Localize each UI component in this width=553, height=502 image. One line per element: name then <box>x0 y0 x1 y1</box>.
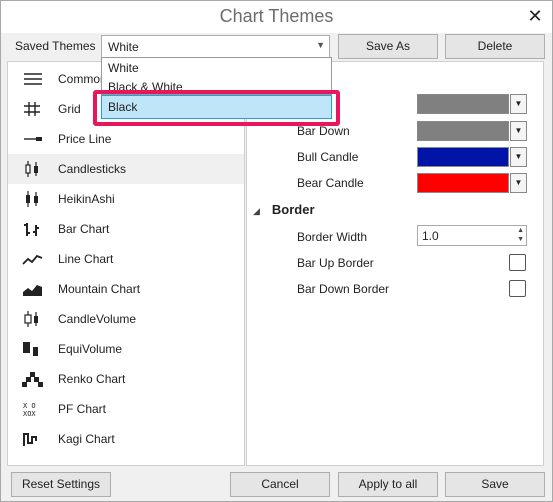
svg-text:XOX: XOX <box>23 410 36 417</box>
nav-item-candlesticks[interactable]: Candlesticks <box>8 154 244 184</box>
chart-themes-window: Chart Themes ✕ Saved Themes White ▼ Save… <box>0 0 553 502</box>
nav-item-kagi-chart[interactable]: Kagi Chart <box>8 424 244 454</box>
close-button[interactable]: ✕ <box>526 6 544 26</box>
renko-icon <box>22 372 43 387</box>
nav-item-line-chart[interactable]: Line Chart <box>8 244 244 274</box>
nav-label: Candlesticks <box>58 162 127 176</box>
border-section-header[interactable]: ◢ Border <box>253 202 315 217</box>
footer-bar: Reset Settings Cancel Apply to all Save <box>1 469 552 501</box>
grid-icon <box>24 102 40 116</box>
heikinashi-icon <box>26 191 38 207</box>
color-swatch-bear-candle[interactable] <box>417 173 509 193</box>
chevron-down-icon: ▼ <box>316 40 325 50</box>
nav-item-bar-chart[interactable]: Bar Chart <box>8 214 244 244</box>
spin-up-icon[interactable]: ▲ <box>517 227 524 234</box>
nav-label: Renko Chart <box>58 372 126 386</box>
cancel-button[interactable]: Cancel <box>230 472 330 497</box>
title-bar: Chart Themes ✕ <box>1 1 552 33</box>
delete-button[interactable]: Delete <box>445 34 545 59</box>
collapse-triangle-icon: ◢ <box>253 206 260 216</box>
nav-label: Grid <box>58 102 81 116</box>
nav-label: EquiVolume <box>58 342 123 356</box>
kagi-chart-icon <box>23 433 37 446</box>
svg-text:X O: X O <box>23 402 36 410</box>
nav-label: Common <box>58 72 107 86</box>
bar-up-border-checkbox[interactable] <box>509 254 526 271</box>
save-button[interactable]: Save <box>445 472 545 497</box>
border-width-value: 1.0 <box>422 229 439 243</box>
nav-label: Bar Chart <box>58 222 110 236</box>
prop-label-bull-candle: Bull Candle <box>297 150 359 164</box>
nav-label: CandleVolume <box>58 312 137 326</box>
nav-label: Kagi Chart <box>58 432 115 446</box>
saved-themes-label: Saved Themes <box>15 39 96 53</box>
line-chart-icon <box>22 254 43 265</box>
bar-down-border-checkbox[interactable] <box>509 280 526 297</box>
border-section-title: Border <box>271 202 315 217</box>
equivolume-icon <box>23 342 38 356</box>
nav-item-equivolume[interactable]: EquiVolume <box>8 334 244 364</box>
prop-label-bar-down-border: Bar Down Border <box>297 282 390 296</box>
nav-item-price-line[interactable]: Price Line <box>8 124 244 154</box>
nav-label: HeikinAshi <box>58 192 115 206</box>
nav-item-pf-chart[interactable]: X O XOX PF Chart <box>8 394 244 424</box>
chevron-down-icon[interactable]: ▼ <box>510 147 527 167</box>
border-width-input[interactable]: 1.0 ▲ ▼ <box>417 225 527 246</box>
nav-label: Line Chart <box>58 252 114 266</box>
nav-label: Price Line <box>58 132 112 146</box>
prop-label-bar-up-border: Bar Up Border <box>297 256 374 270</box>
save-as-button[interactable]: Save As <box>338 34 438 59</box>
spin-down-icon[interactable]: ▼ <box>517 236 524 243</box>
nav-item-candlevolume[interactable]: CandleVolume <box>8 304 244 334</box>
prop-label-bear-candle: Bear Candle <box>297 176 364 190</box>
saved-themes-select[interactable]: White ▼ <box>101 35 330 58</box>
chevron-down-icon[interactable]: ▼ <box>510 94 527 114</box>
nav-label: Mountain Chart <box>58 282 141 296</box>
selected-theme: White <box>108 40 139 54</box>
nav-label: PF Chart <box>58 402 107 416</box>
prop-label-border-width: Border Width <box>297 230 368 244</box>
candlesticks-icon <box>25 161 38 177</box>
nav-item-renko-chart[interactable]: Renko Chart <box>8 364 244 394</box>
color-swatch-bar-down[interactable] <box>417 121 509 141</box>
price-line-icon <box>24 137 42 141</box>
chevron-down-icon[interactable]: ▼ <box>510 121 527 141</box>
apply-to-all-button[interactable]: Apply to all <box>338 472 438 497</box>
theme-option-white[interactable]: White <box>102 58 331 77</box>
nav-item-heikinashi[interactable]: HeikinAshi <box>8 184 244 214</box>
nav-item-mountain-chart[interactable]: Mountain Chart <box>8 274 244 304</box>
pf-chart-icon: X OXOX <box>23 402 36 417</box>
color-swatch-bar-up[interactable] <box>417 94 509 114</box>
candlevolume-icon <box>24 311 38 327</box>
mountain-chart-icon <box>23 285 42 296</box>
chevron-down-icon[interactable]: ▼ <box>510 173 527 193</box>
reset-settings-button[interactable]: Reset Settings <box>11 472 111 497</box>
bar-chart-icon <box>24 223 39 236</box>
lines-icon <box>24 73 42 85</box>
highlight-annotation <box>93 90 340 126</box>
window-title: Chart Themes <box>219 6 334 26</box>
color-swatch-bull-candle[interactable] <box>417 147 509 167</box>
